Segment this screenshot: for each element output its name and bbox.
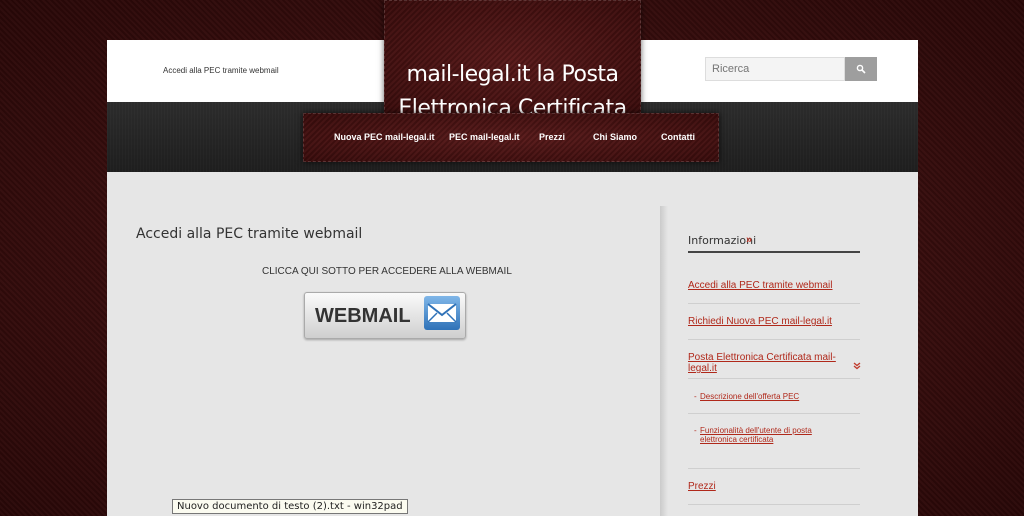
webmail-button[interactable]: WEBMAIL — [304, 292, 466, 339]
search-icon — [856, 64, 866, 74]
sidebar-title-rule — [688, 251, 860, 253]
sublink-dash: - — [694, 426, 697, 435]
nav-item-contatti[interactable]: Contatti — [661, 132, 695, 142]
webmail-instruction: CLICCA QUI SOTTO PER ACCEDERE ALLA WEBMA… — [262, 266, 512, 277]
sidebar-separator — [688, 339, 860, 340]
sidebar-separator — [688, 468, 860, 469]
sidebar-separator — [688, 303, 860, 304]
nav-item-prezzi[interactable]: Prezzi — [539, 132, 565, 142]
chevron-right-icon: » — [746, 234, 753, 246]
sidebar-item-webmail[interactable]: Accedi alla PEC tramite webmail — [688, 280, 833, 291]
sidebar-item-nuova-pec[interactable]: Richiedi Nuova PEC mail-legal.it — [688, 316, 832, 327]
sidebar-item-prezzi[interactable]: Prezzi — [688, 481, 716, 492]
sublink-dash: - — [694, 392, 697, 401]
nav-item-chi-siamo[interactable]: Chi Siamo — [593, 132, 637, 142]
nav-item-nuova-pec[interactable]: Nuova PEC mail-legal.it — [334, 132, 435, 142]
logo-panel: mail-legal.it la Posta Elettronica Certi… — [384, 0, 641, 121]
sidebar: Informazioni » Accedi alla PEC tramite w… — [668, 206, 918, 516]
envelope-icon — [424, 296, 460, 330]
double-chevron-down-icon[interactable] — [853, 362, 861, 370]
search-input[interactable] — [705, 57, 845, 81]
search-box — [705, 57, 877, 81]
search-button[interactable] — [845, 57, 877, 81]
sidebar-subitem-offerta[interactable]: Descrizione dell'offerta PEC — [700, 392, 799, 401]
sidebar-separator — [688, 504, 860, 505]
sidebar-item-pec[interactable]: Posta Elettronica Certificata mail-legal… — [688, 352, 838, 374]
header-webmail-link[interactable]: Accedi alla PEC tramite webmail — [163, 66, 279, 75]
sidebar-divider — [660, 206, 668, 516]
sidebar-subitem-funzionalita[interactable]: Funzionalità dell'utente di posta elettr… — [700, 426, 830, 444]
sidebar-separator — [688, 378, 860, 379]
page-title: Accedi alla PEC tramite webmail — [136, 226, 363, 242]
taskbar-tooltip: Nuovo documento di testo (2).txt - win32… — [172, 499, 408, 514]
webmail-label: WEBMAIL — [315, 305, 411, 327]
nav-item-pec[interactable]: PEC mail-legal.it — [449, 132, 520, 142]
sidebar-separator — [688, 413, 860, 414]
main-menu: Nuova PEC mail-legal.it PEC mail-legal.i… — [303, 113, 719, 162]
